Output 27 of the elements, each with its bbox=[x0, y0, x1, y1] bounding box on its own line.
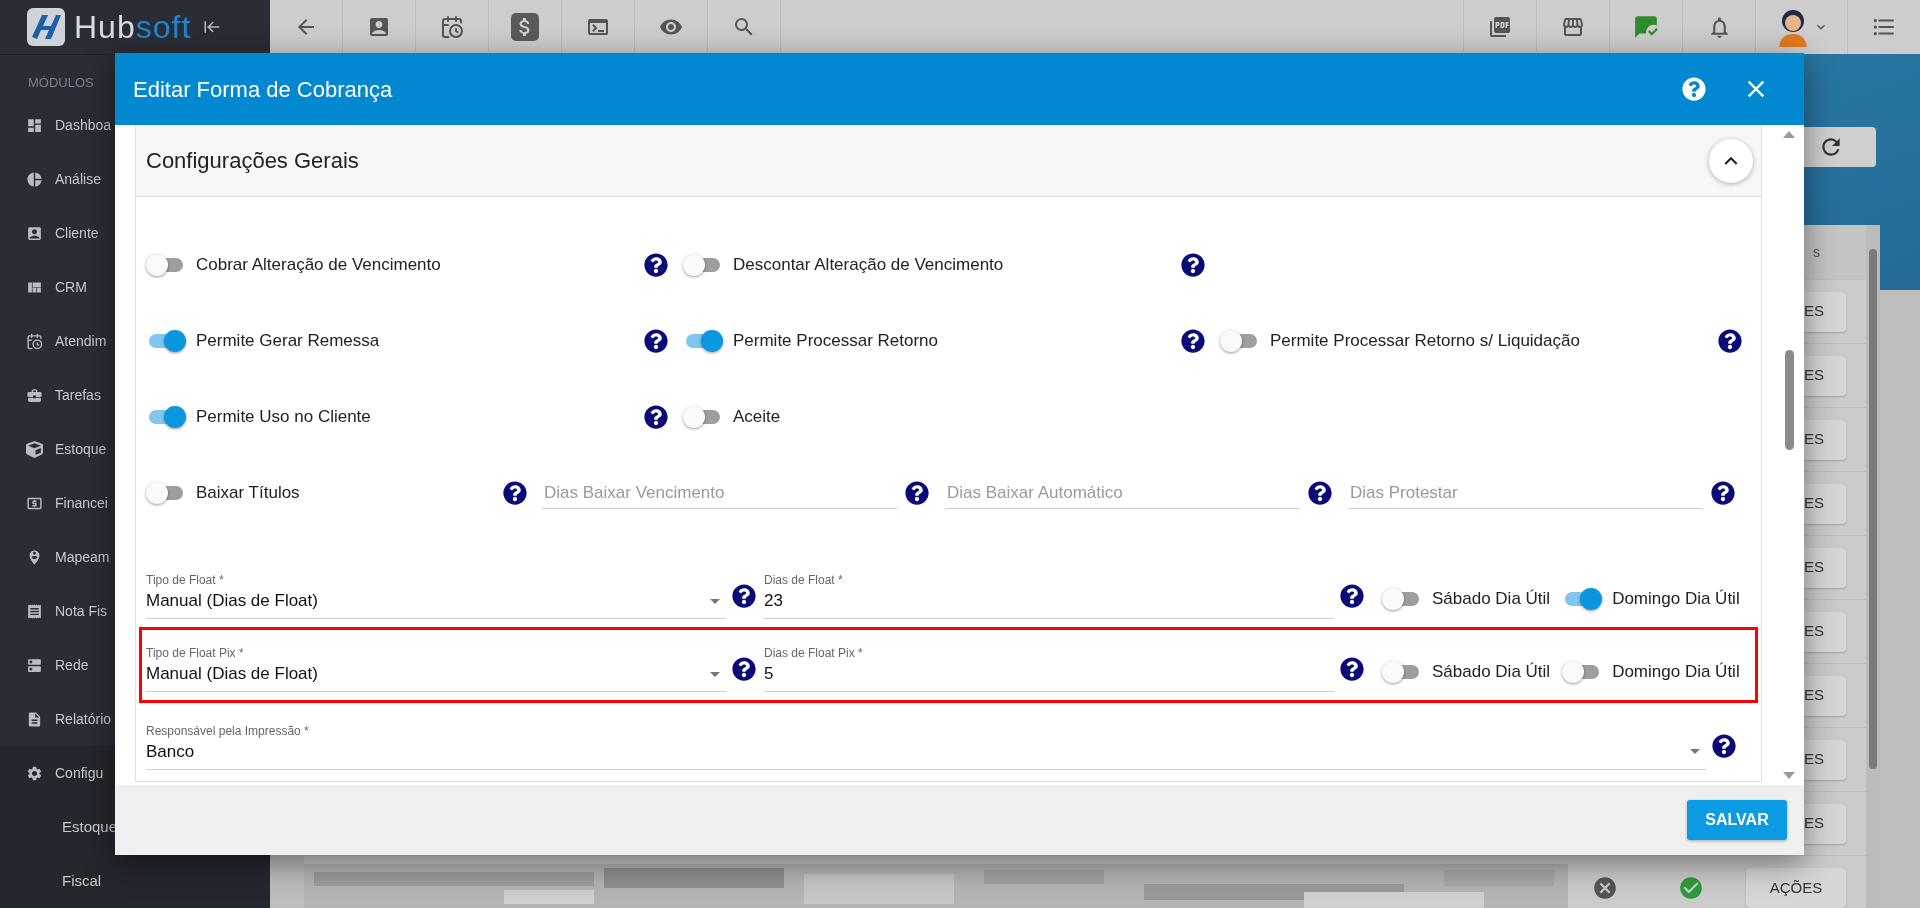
field-value: Banco bbox=[146, 740, 195, 763]
toggle-label: Permite Processar Retorno s/ Liquidação bbox=[1270, 330, 1580, 353]
field-label: Tipo de Float Pix * bbox=[146, 645, 245, 661]
toggle-label: Domingo Dia Útil bbox=[1612, 588, 1740, 611]
field-value: Manual (Dias de Float) bbox=[146, 590, 318, 612]
field-label: Responsável pela Impressão * bbox=[146, 722, 310, 739]
modal-title: Editar Forma de Cobrança bbox=[133, 75, 394, 104]
field-label: Tipo de Float * bbox=[146, 572, 225, 588]
toggle-label: Sábado Dia Útil bbox=[1432, 588, 1551, 611]
toggle-label: Descontar Alteração de Vencimento bbox=[733, 254, 1004, 277]
logo-text: Hubsoft bbox=[74, 10, 192, 43]
toggle-label: Aceite bbox=[733, 406, 781, 429]
toggle-label: Permite Processar Retorno bbox=[733, 330, 939, 353]
field-value: 5 bbox=[764, 663, 775, 685]
toggle-label: Sábado Dia Útil bbox=[1432, 661, 1551, 684]
column-header: s bbox=[1813, 242, 1820, 262]
field-label: Dias de Float Pix * bbox=[764, 645, 864, 661]
sidebar-heading: MÓDULOS bbox=[28, 73, 94, 92]
toggle-label: Domingo Dia Útil bbox=[1612, 661, 1740, 684]
section-title: Configurações Gerais bbox=[146, 147, 359, 175]
field-value: Manual (Dias de Float) bbox=[146, 663, 318, 685]
field-value: 23 bbox=[764, 590, 784, 612]
toggle-label: Permite Uso no Cliente bbox=[196, 406, 371, 429]
field-label: Dias de Float * bbox=[764, 572, 844, 588]
toggle-label: Cobrar Alteração de Vencimento bbox=[196, 254, 441, 277]
toggle-label: Permite Gerar Remessa bbox=[196, 330, 380, 353]
toggle-label: Baixar Títulos bbox=[196, 482, 300, 505]
